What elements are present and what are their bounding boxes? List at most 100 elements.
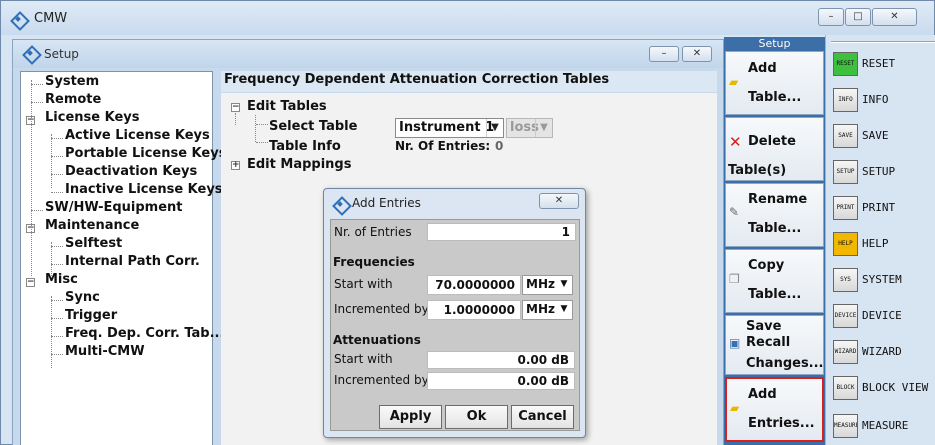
hardkey-save[interactable]: SAVE RCL SAVE <box>833 124 933 148</box>
tree-item[interactable]: Deactivation Keys <box>65 164 197 179</box>
app-title: CMW <box>34 11 68 26</box>
tree-item[interactable]: Maintenance <box>45 218 139 233</box>
hardkey-label: PRINT <box>862 201 896 214</box>
edit-mappings-node[interactable]: Edit Mappings <box>247 157 351 172</box>
freq-start-unit-select[interactable]: MHz ▼ <box>522 275 573 295</box>
cancel-button[interactable]: Cancel <box>511 405 574 429</box>
hardkey-label: DEVICE <box>862 309 902 322</box>
softkey-label: Table... <box>748 221 802 236</box>
setup-minimize-button[interactable]: – <box>649 46 679 62</box>
save-recall-softkey[interactable]: ▣ Save Recall Changes... <box>725 315 824 375</box>
maximize-button[interactable]: □ <box>845 8 871 26</box>
tree-item[interactable]: Remote <box>45 92 101 107</box>
setup-close-button[interactable]: ✕ <box>682 46 712 62</box>
freq-start-label: Start with <box>334 277 393 291</box>
hardkey-block-view[interactable]: BLOCK VIEW BLOCK VIEW <box>833 376 933 400</box>
hardkey-cap-icon: SAVE RCL <box>833 124 858 148</box>
ok-button[interactable]: Ok <box>445 405 508 429</box>
edit-tables-node[interactable]: Edit Tables <box>247 99 327 114</box>
hardkey-label: SYSTEM <box>862 273 902 286</box>
att-inc-row: Incremented by 0.00 dB <box>332 371 578 391</box>
tree-item[interactable]: System <box>45 74 99 89</box>
hardkey-label: SAVE <box>862 129 889 142</box>
expand-edit-mappings-icon[interactable]: + <box>231 161 240 170</box>
hardkey-label: HELP <box>862 237 889 250</box>
att-inc-input[interactable]: 0.00 dB <box>427 372 575 390</box>
rohde-logo-icon <box>333 197 347 211</box>
tree-item[interactable]: Internal Path Corr. <box>65 254 200 269</box>
tree-item[interactable]: Trigger <box>65 308 117 323</box>
hardkey-label: MEASURE <box>862 419 909 432</box>
hardkey-measure[interactable]: MEASURE MEASURE <box>833 414 933 438</box>
tree-item[interactable]: SW/HW-Equipment <box>45 200 183 215</box>
freq-inc-unit: MHz <box>526 302 555 316</box>
hardkey-label: SETUP <box>862 165 896 178</box>
nr-entries-label: Nr. Of Entries: <box>395 139 491 153</box>
hardkey-system[interactable]: SYS SYSTEM <box>833 268 933 292</box>
softkey-label: Rename <box>748 192 808 207</box>
softkey-label: Save <box>746 319 782 334</box>
nr-of-entries-label: Nr. of Entries <box>334 225 412 239</box>
freq-start-input[interactable]: 70.0000000 <box>427 275 521 295</box>
freq-inc-input[interactable]: 1.0000000 <box>427 300 521 320</box>
rohde-logo-icon <box>23 46 37 60</box>
softkey-label: Add <box>748 387 777 402</box>
select-table-combo[interactable]: Instrument 1 ▼ <box>395 118 504 138</box>
select-table-value: Instrument 1 <box>399 120 495 135</box>
hardkey-cap-icon: MEASURE <box>833 414 858 438</box>
chevron-down-icon: ▼ <box>560 279 568 289</box>
nr-of-entries-input[interactable]: 1 <box>427 223 576 241</box>
setup-title: Setup <box>44 47 79 61</box>
softkey-label: Recall <box>746 335 791 350</box>
tree-item[interactable]: Misc <box>45 272 78 287</box>
hardkey-cap-icon: RESET <box>833 52 858 76</box>
hardkey-device[interactable]: DEVICE DEVICE <box>833 304 933 328</box>
att-start-label: Start with <box>334 352 393 366</box>
delete-tables-softkey[interactable]: ✕ Delete Table(s) <box>725 117 824 181</box>
copy-icon: ❐ <box>729 272 740 286</box>
nr-entries-value: 0 <box>495 139 504 153</box>
hardkey-cap-icon: HELP <box>833 232 858 256</box>
dialog-titlebar: Add Entries ✕ <box>324 189 585 217</box>
minimize-button[interactable]: – <box>818 8 844 26</box>
softkey-label: Entries... <box>748 416 815 431</box>
close-button[interactable]: ✕ <box>872 8 917 26</box>
tree-item[interactable]: Multi-CMW <box>65 344 145 359</box>
hardkey-cap-icon: SYS <box>833 268 858 292</box>
tree-item[interactable]: Freq. Dep. Corr. Tab... <box>65 326 224 341</box>
tree-item[interactable]: Portable License Keys <box>65 146 226 161</box>
hardkey-cap-icon: INFO <box>833 88 858 112</box>
add-table-softkey[interactable]: ▰ Add Table... <box>725 51 824 115</box>
chevron-down-icon: ▼ <box>486 119 503 137</box>
hardkey-print[interactable]: PRINT PRINT <box>833 196 933 220</box>
softkey-label: Add <box>748 61 777 76</box>
content-header: Frequency Dependent Attenuation Correcti… <box>221 71 717 92</box>
apply-button[interactable]: Apply <box>379 405 442 429</box>
tree-item[interactable]: License Keys <box>45 110 139 125</box>
hardkey-cap-icon: DEVICE <box>833 304 858 328</box>
tree-item[interactable]: Active License Keys <box>65 128 210 143</box>
hardkey-cap-icon: PRINT <box>833 196 858 220</box>
add-entries-softkey[interactable]: ▰ Add Entries... <box>725 377 824 442</box>
hardkey-label: WIZARD <box>862 345 902 358</box>
copy-table-softkey[interactable]: ❐ Copy Table... <box>725 249 824 313</box>
hardkey-info[interactable]: INFO INFO <box>833 88 933 112</box>
dialog-close-button[interactable]: ✕ <box>539 193 579 209</box>
tree-item[interactable]: Inactive License Keys <box>65 182 223 197</box>
freq-inc-unit-select[interactable]: MHz ▼ <box>522 300 573 320</box>
rename-table-softkey[interactable]: ✎ Rename Table... <box>725 183 824 247</box>
collapse-node-icon[interactable]: − <box>26 278 35 287</box>
tree-item[interactable]: Selftest <box>65 236 122 251</box>
setup-tree: System Remote − License Keys Active License … <box>20 71 226 445</box>
att-start-input[interactable]: 0.00 dB <box>427 351 575 369</box>
dialog-title: Add Entries <box>352 196 421 210</box>
hardkey-help[interactable]: HELP HELP <box>833 232 933 256</box>
collapse-edit-tables-icon[interactable]: − <box>231 103 240 112</box>
hardkey-setup[interactable]: SETUP SETUP <box>833 160 933 184</box>
attenuations-header: Attenuations <box>333 333 421 347</box>
hardkey-wizard[interactable]: WIZARD WIZARD <box>833 340 933 364</box>
att-start-row: Start with 0.00 dB <box>332 350 578 370</box>
tree-item[interactable]: Sync <box>65 290 100 305</box>
save-disk-icon: ▣ <box>729 336 741 350</box>
hardkey-reset[interactable]: RESET RESET <box>833 52 933 76</box>
